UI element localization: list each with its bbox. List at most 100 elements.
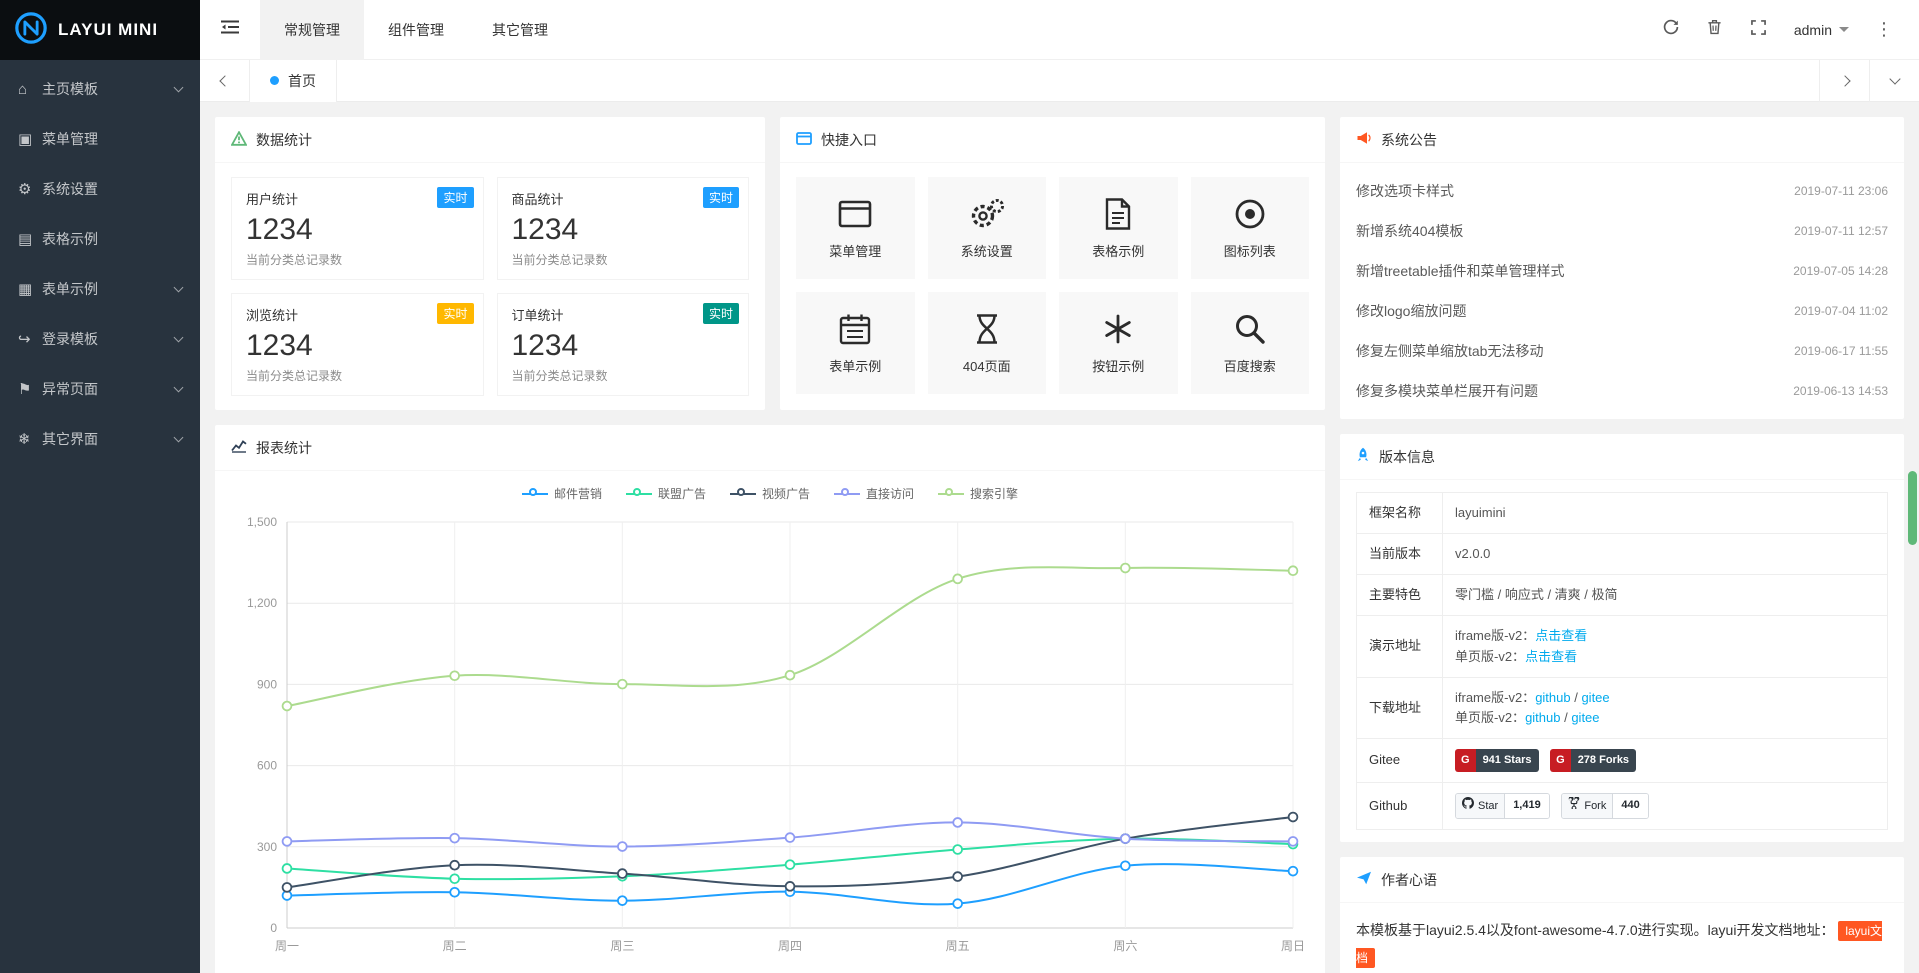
legend-item-搜索引擎[interactable]: 搜索引擎 — [938, 485, 1018, 502]
announcement-item[interactable]: 修复左侧菜单缩放tab无法移动2019-06-17 11:55 — [1356, 331, 1888, 371]
dl-iframe-github-link[interactable]: github — [1535, 690, 1570, 705]
sidebar-item-home[interactable]: ⌂主页模板 — [0, 64, 200, 114]
github-star-label: Star — [1478, 798, 1498, 815]
header-tab-2[interactable]: 其它管理 — [468, 0, 572, 60]
github-fork-badge[interactable]: Fork 440 — [1561, 793, 1648, 819]
stat-grid: 用户统计实时1234当前分类总记录数商品统计实时1234当前分类总记录数浏览统计… — [231, 177, 749, 396]
tabs-scroll-left-button[interactable] — [200, 60, 250, 102]
y-tick-label: 600 — [257, 759, 277, 773]
shortcut-表单示例[interactable]: 表单示例 — [796, 292, 915, 394]
gitee-stars-count: 941 Stars — [1476, 749, 1539, 772]
stat-badge: 实时 — [437, 303, 473, 324]
shortcut-图标列表[interactable]: 图标列表 — [1191, 177, 1310, 279]
sidebar-item-label: 表格示例 — [42, 229, 98, 249]
sidebar-item-form[interactable]: ▦表单示例 — [0, 264, 200, 314]
clear-cache-button[interactable] — [1696, 11, 1734, 49]
announcement-item[interactable]: 修改logo缩放问题2019-07-04 11:02 — [1356, 291, 1888, 331]
gears-icon — [969, 196, 1005, 232]
sidebar-item-login[interactable]: ↪登录模板 — [0, 314, 200, 364]
legend-label: 联盟广告 — [658, 485, 706, 502]
chevron-down-icon — [1889, 73, 1900, 84]
announcement-item[interactable]: 新增系统404模板2019-07-11 12:57 — [1356, 211, 1888, 251]
legend-item-联盟广告[interactable]: 联盟广告 — [626, 485, 706, 502]
demo-line2-label: 单页版-v2： — [1455, 649, 1525, 664]
shortcut-label: 菜单管理 — [829, 241, 881, 260]
dl-separator: / — [1560, 710, 1571, 725]
sidebar-item-menu[interactable]: ▣菜单管理 — [0, 114, 200, 164]
stat-value: 1234 — [512, 213, 735, 247]
github-fork-count: 440 — [1613, 794, 1647, 818]
legend-label: 搜索引擎 — [970, 485, 1018, 502]
announcement-item[interactable]: 修改选项卡样式2019-07-11 23:06 — [1356, 171, 1888, 211]
demo-iframe-link[interactable]: 点击查看 — [1535, 628, 1587, 643]
announcement-date: 2019-07-04 11:02 — [1794, 304, 1888, 318]
stat-badge: 实时 — [703, 187, 739, 208]
gitee-stars-badge[interactable]: G941 Stars — [1455, 749, 1539, 772]
user-dropdown[interactable]: admin — [1784, 22, 1859, 38]
chart-point — [283, 883, 292, 892]
legend-item-直接访问[interactable]: 直接访问 — [834, 485, 914, 502]
version-feature: 零门槛 / 响应式 / 清爽 / 极简 — [1443, 575, 1888, 616]
dl-line2-label: 单页版-v2： — [1455, 710, 1525, 725]
logo-icon — [14, 11, 48, 50]
version-table: 框架名称 layuimini 当前版本 v2.0.0 主要特色 零门槛 / 响应… — [1356, 492, 1888, 830]
demo-onepage-link[interactable]: 点击查看 — [1525, 649, 1577, 664]
shortcut-404页面[interactable]: 404页面 — [928, 292, 1047, 394]
shortcut-按钮示例[interactable]: 按钮示例 — [1059, 292, 1178, 394]
tabs-scroll-right-button[interactable] — [1819, 60, 1869, 102]
x-tick-label: 周六 — [1113, 939, 1137, 953]
github-star-badge[interactable]: Star 1,419 — [1455, 793, 1550, 819]
stat-desc: 当前分类总记录数 — [512, 367, 735, 384]
sidebar-item-label: 异常页面 — [42, 379, 98, 399]
announcement-item[interactable]: 修复多模块菜单栏展开有问题2019-06-13 14:53 — [1356, 371, 1888, 411]
refresh-icon — [1663, 19, 1679, 40]
sidebar-item-label: 表单示例 — [42, 279, 98, 299]
sidebar-item-other[interactable]: ❄其它界面 — [0, 414, 200, 464]
shortcut-label: 404页面 — [963, 356, 1011, 375]
calendar-icon — [839, 311, 871, 347]
legend-item-视频广告[interactable]: 视频广告 — [730, 485, 810, 502]
shortcut-表格示例[interactable]: 表格示例 — [1059, 177, 1178, 279]
search-icon — [1234, 311, 1266, 347]
refresh-button[interactable] — [1652, 11, 1690, 49]
dl-onepage-gitee-link[interactable]: gitee — [1571, 710, 1599, 725]
shortcut-百度搜索[interactable]: 百度搜索 — [1191, 292, 1310, 394]
y-tick-label: 0 — [270, 921, 277, 935]
sidebar-item-error[interactable]: ⚑异常页面 — [0, 364, 200, 414]
header-tab-0[interactable]: 常规管理 — [260, 0, 364, 60]
legend-item-邮件营销[interactable]: 邮件营销 — [522, 485, 602, 502]
shortcut-菜单管理[interactable]: 菜单管理 — [796, 177, 915, 279]
version-demo: iframe版-v2：点击查看 单页版-v2：点击查看 — [1443, 616, 1888, 677]
shortcut-系统设置[interactable]: 系统设置 — [928, 177, 1047, 279]
dl-iframe-gitee-link[interactable]: gitee — [1581, 690, 1609, 705]
gitee-forks-badge[interactable]: G278 Forks — [1550, 749, 1636, 772]
sidebar-item-settings[interactable]: ⚙系统设置 — [0, 164, 200, 214]
sidebar-item-label: 主页模板 — [42, 79, 98, 99]
logo-text: LAYUI MINI — [58, 20, 158, 40]
stat-desc: 当前分类总记录数 — [246, 367, 469, 384]
more-menu-button[interactable]: ⋮ — [1865, 11, 1903, 49]
scrollbar-thumb[interactable] — [1908, 471, 1917, 545]
tabs-menu-button[interactable] — [1869, 60, 1919, 102]
shortcut-label: 表格示例 — [1092, 241, 1144, 260]
chart-point — [786, 860, 795, 869]
dl-onepage-github-link[interactable]: github — [1525, 710, 1560, 725]
fullscreen-button[interactable] — [1740, 11, 1778, 49]
chart-point — [786, 833, 795, 842]
header-tab-1[interactable]: 组件管理 — [364, 0, 468, 60]
content-right-column: 系统公告 修改选项卡样式2019-07-11 23:06新增系统404模板201… — [1340, 117, 1904, 958]
card-title: 版本信息 — [1379, 447, 1435, 467]
collapse-sidebar-button[interactable] — [200, 0, 260, 60]
logo[interactable]: LAYUI MINI — [0, 0, 200, 60]
chart-point — [1121, 834, 1130, 843]
shortcut-label: 系统设置 — [961, 241, 1013, 260]
trash-icon — [1707, 19, 1722, 40]
active-tab-dot-icon — [270, 76, 279, 85]
announcement-item[interactable]: 新增treetable插件和菜单管理样式2019-07-05 14:28 — [1356, 251, 1888, 291]
chart-point — [1289, 813, 1298, 822]
sidebar-item-table[interactable]: ▤表格示例 — [0, 214, 200, 264]
sidebar-menu: ⌂主页模板▣菜单管理⚙系统设置▤表格示例▦表单示例↪登录模板⚑异常页面❄其它界面 — [0, 60, 200, 464]
topbar: 常规管理组件管理其它管理 ad — [200, 0, 1919, 60]
tab-home[interactable]: 首页 — [250, 60, 337, 102]
legend-marker-icon — [626, 488, 652, 500]
